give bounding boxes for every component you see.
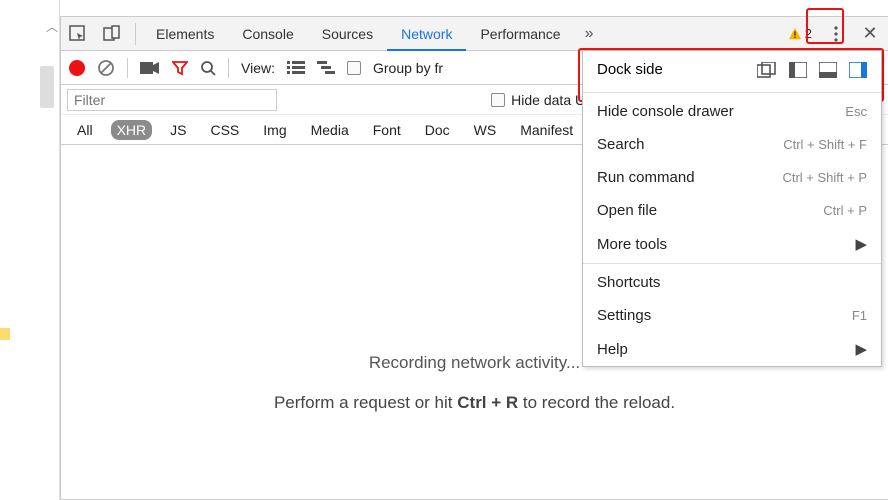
- filter-font[interactable]: Font: [367, 120, 407, 140]
- waterfall-view-icon[interactable]: [317, 61, 335, 75]
- list-view-icon[interactable]: [287, 61, 305, 75]
- group-checkbox[interactable]: [347, 61, 361, 75]
- warning-count: 2: [805, 26, 812, 41]
- filter-all[interactable]: All: [71, 120, 99, 140]
- filter-input[interactable]: [67, 89, 277, 111]
- settings-menu-button[interactable]: [820, 17, 852, 51]
- page-gutter: ︿: [0, 0, 60, 500]
- menu-search[interactable]: SearchCtrl + Shift + F: [583, 128, 881, 161]
- clear-icon[interactable]: [97, 59, 115, 77]
- tab-performance[interactable]: Performance: [466, 17, 574, 51]
- menu-dock-side: Dock side: [583, 51, 881, 90]
- menu-help[interactable]: Help▶: [583, 332, 881, 366]
- dock-right-icon[interactable]: [849, 62, 867, 78]
- separator: [228, 58, 229, 78]
- filter-media[interactable]: Media: [305, 120, 355, 140]
- filter-ws[interactable]: WS: [468, 120, 503, 140]
- filter-img[interactable]: Img: [257, 120, 292, 140]
- separator: [127, 58, 128, 78]
- chevron-right-icon: ▶: [855, 340, 867, 358]
- hide-urls-checkbox[interactable]: [491, 93, 505, 107]
- view-label: View:: [241, 60, 275, 76]
- group-label: Group by fr: [373, 60, 443, 76]
- filter-css[interactable]: CSS: [204, 120, 245, 140]
- dock-bottom-icon[interactable]: [819, 62, 837, 78]
- inspect-element-icon[interactable]: [61, 17, 95, 51]
- more-tabs-icon[interactable]: »: [575, 25, 604, 43]
- camera-icon[interactable]: [140, 61, 160, 75]
- device-toolbar-icon[interactable]: [95, 17, 129, 51]
- menu-separator: [583, 92, 881, 93]
- tab-network[interactable]: Network: [387, 17, 466, 51]
- tab-console[interactable]: Console: [228, 17, 307, 51]
- menu-hide-drawer[interactable]: Hide console drawerEsc: [583, 95, 881, 128]
- record-button[interactable]: [69, 60, 85, 76]
- hint-message: Perform a request or hit Ctrl + R to rec…: [61, 393, 888, 413]
- filter-js[interactable]: JS: [164, 120, 192, 140]
- dock-left-icon[interactable]: [789, 62, 807, 78]
- chevron-right-icon: ▶: [855, 235, 867, 253]
- tab-bar: Elements Console Sources Network Perform…: [61, 17, 888, 51]
- close-devtools-button[interactable]: ✕: [852, 17, 888, 51]
- scrollbar-thumb[interactable]: [40, 66, 54, 108]
- filter-manifest[interactable]: Manifest: [514, 120, 579, 140]
- menu-shortcuts[interactable]: Shortcuts: [583, 266, 881, 299]
- separator: [135, 23, 136, 45]
- warning-badge[interactable]: 2: [780, 26, 820, 41]
- tab-elements[interactable]: Elements: [142, 17, 228, 51]
- search-icon[interactable]: [200, 60, 216, 76]
- menu-separator: [583, 263, 881, 264]
- yellow-marker: [0, 328, 10, 340]
- menu-run-command[interactable]: Run commandCtrl + Shift + P: [583, 161, 881, 194]
- filter-doc[interactable]: Doc: [419, 120, 456, 140]
- tab-sources[interactable]: Sources: [308, 17, 387, 51]
- chevron-up-icon: ︿: [46, 18, 58, 35]
- menu-settings[interactable]: SettingsF1: [583, 299, 881, 332]
- filter-icon[interactable]: [172, 60, 188, 76]
- dock-side-label: Dock side: [597, 61, 663, 78]
- settings-menu: Dock side Hide console drawerEsc SearchC…: [582, 50, 882, 367]
- dock-undock-icon[interactable]: [757, 62, 777, 78]
- menu-open-file[interactable]: Open fileCtrl + P: [583, 194, 881, 227]
- menu-more-tools[interactable]: More tools▶: [583, 227, 881, 261]
- filter-xhr[interactable]: XHR: [111, 120, 153, 140]
